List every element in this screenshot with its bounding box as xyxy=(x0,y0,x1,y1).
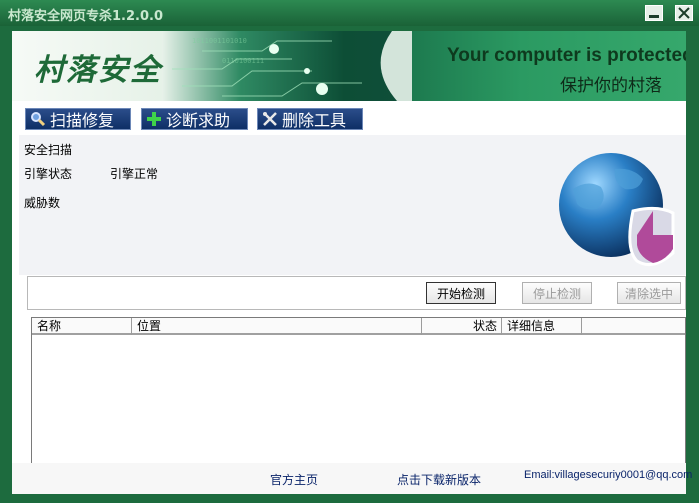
client-area: 1011001101010 0110100111 村落安全 Your compu… xyxy=(12,31,686,494)
clear-selected-button[interactable]: 清除选中 xyxy=(617,282,681,304)
tab-remove-tools[interactable]: 删除工具 xyxy=(257,108,363,130)
tools-icon xyxy=(262,111,278,127)
tab-label: 诊断求助 xyxy=(166,111,231,130)
stop-scan-button[interactable]: 停止检测 xyxy=(522,282,592,304)
start-scan-button[interactable]: 开始检测 xyxy=(426,282,496,304)
action-bar: 开始检测 停止检测 清除选中 xyxy=(27,276,686,310)
column-header-location[interactable]: 位置 xyxy=(132,318,422,335)
magnifier-icon xyxy=(30,111,46,127)
tab-diagnose-help[interactable]: 诊断求助 xyxy=(141,108,248,130)
engine-status-label: 引擎状态 xyxy=(24,167,73,181)
circuit-art: 1011001101010 0110100111 xyxy=(162,31,422,101)
threat-count-label: 威胁数 xyxy=(24,196,61,210)
section-title: 安全扫描 xyxy=(24,143,73,157)
svg-text:1011001101010: 1011001101010 xyxy=(192,37,247,45)
homepage-link[interactable]: 官方主页 xyxy=(270,471,318,488)
column-header-details[interactable]: 详细信息 xyxy=(502,318,582,335)
table-header: 名称 位置 状态 详细信息 xyxy=(32,318,685,335)
column-header-name[interactable]: 名称 xyxy=(32,318,132,335)
scan-status-panel: 安全扫描 引擎状态 引擎正常 威胁数 xyxy=(19,135,686,275)
download-link[interactable]: 点击下载新版本 xyxy=(397,471,481,488)
tab-label: 删除工具 xyxy=(282,111,347,130)
protected-tagline-cn: 保护你的村落 xyxy=(560,76,662,96)
close-icon xyxy=(678,7,690,19)
minimize-button[interactable] xyxy=(645,5,663,21)
tab-label: 扫描修复 xyxy=(50,111,115,130)
svg-text:0110100111: 0110100111 xyxy=(222,57,264,65)
column-header-status[interactable]: 状态 xyxy=(422,318,502,335)
globe-shield-icon xyxy=(559,153,675,267)
protected-tagline: Your computer is protected xyxy=(447,45,686,66)
close-button[interactable] xyxy=(675,5,693,21)
tab-toolbar: 扫描修复 诊断求助 删除工具 xyxy=(12,101,686,135)
email-text: Email:villagesecuriy0001@qq.com xyxy=(524,469,693,481)
minimize-icon xyxy=(649,15,659,18)
app-window: 村落安全网页专杀1.2.0.0 1011001101010 0110100111… xyxy=(0,0,699,503)
engine-status-value: 引擎正常 xyxy=(110,167,159,181)
title-bar[interactable]: 村落安全网页专杀1.2.0.0 xyxy=(0,0,699,26)
window-title: 村落安全网页专杀1.2.0.0 xyxy=(8,9,163,24)
banner: 1011001101010 0110100111 村落安全 Your compu… xyxy=(12,31,686,101)
tab-scan-repair[interactable]: 扫描修复 xyxy=(25,108,131,130)
footer: 官方主页 点击下载新版本 Email:villagesecuriy0001@qq… xyxy=(12,463,692,494)
brand-logo: 村落安全 xyxy=(34,53,162,88)
circuit-icon: 1011001101010 0110100111 xyxy=(172,31,422,101)
plus-icon xyxy=(146,111,162,127)
